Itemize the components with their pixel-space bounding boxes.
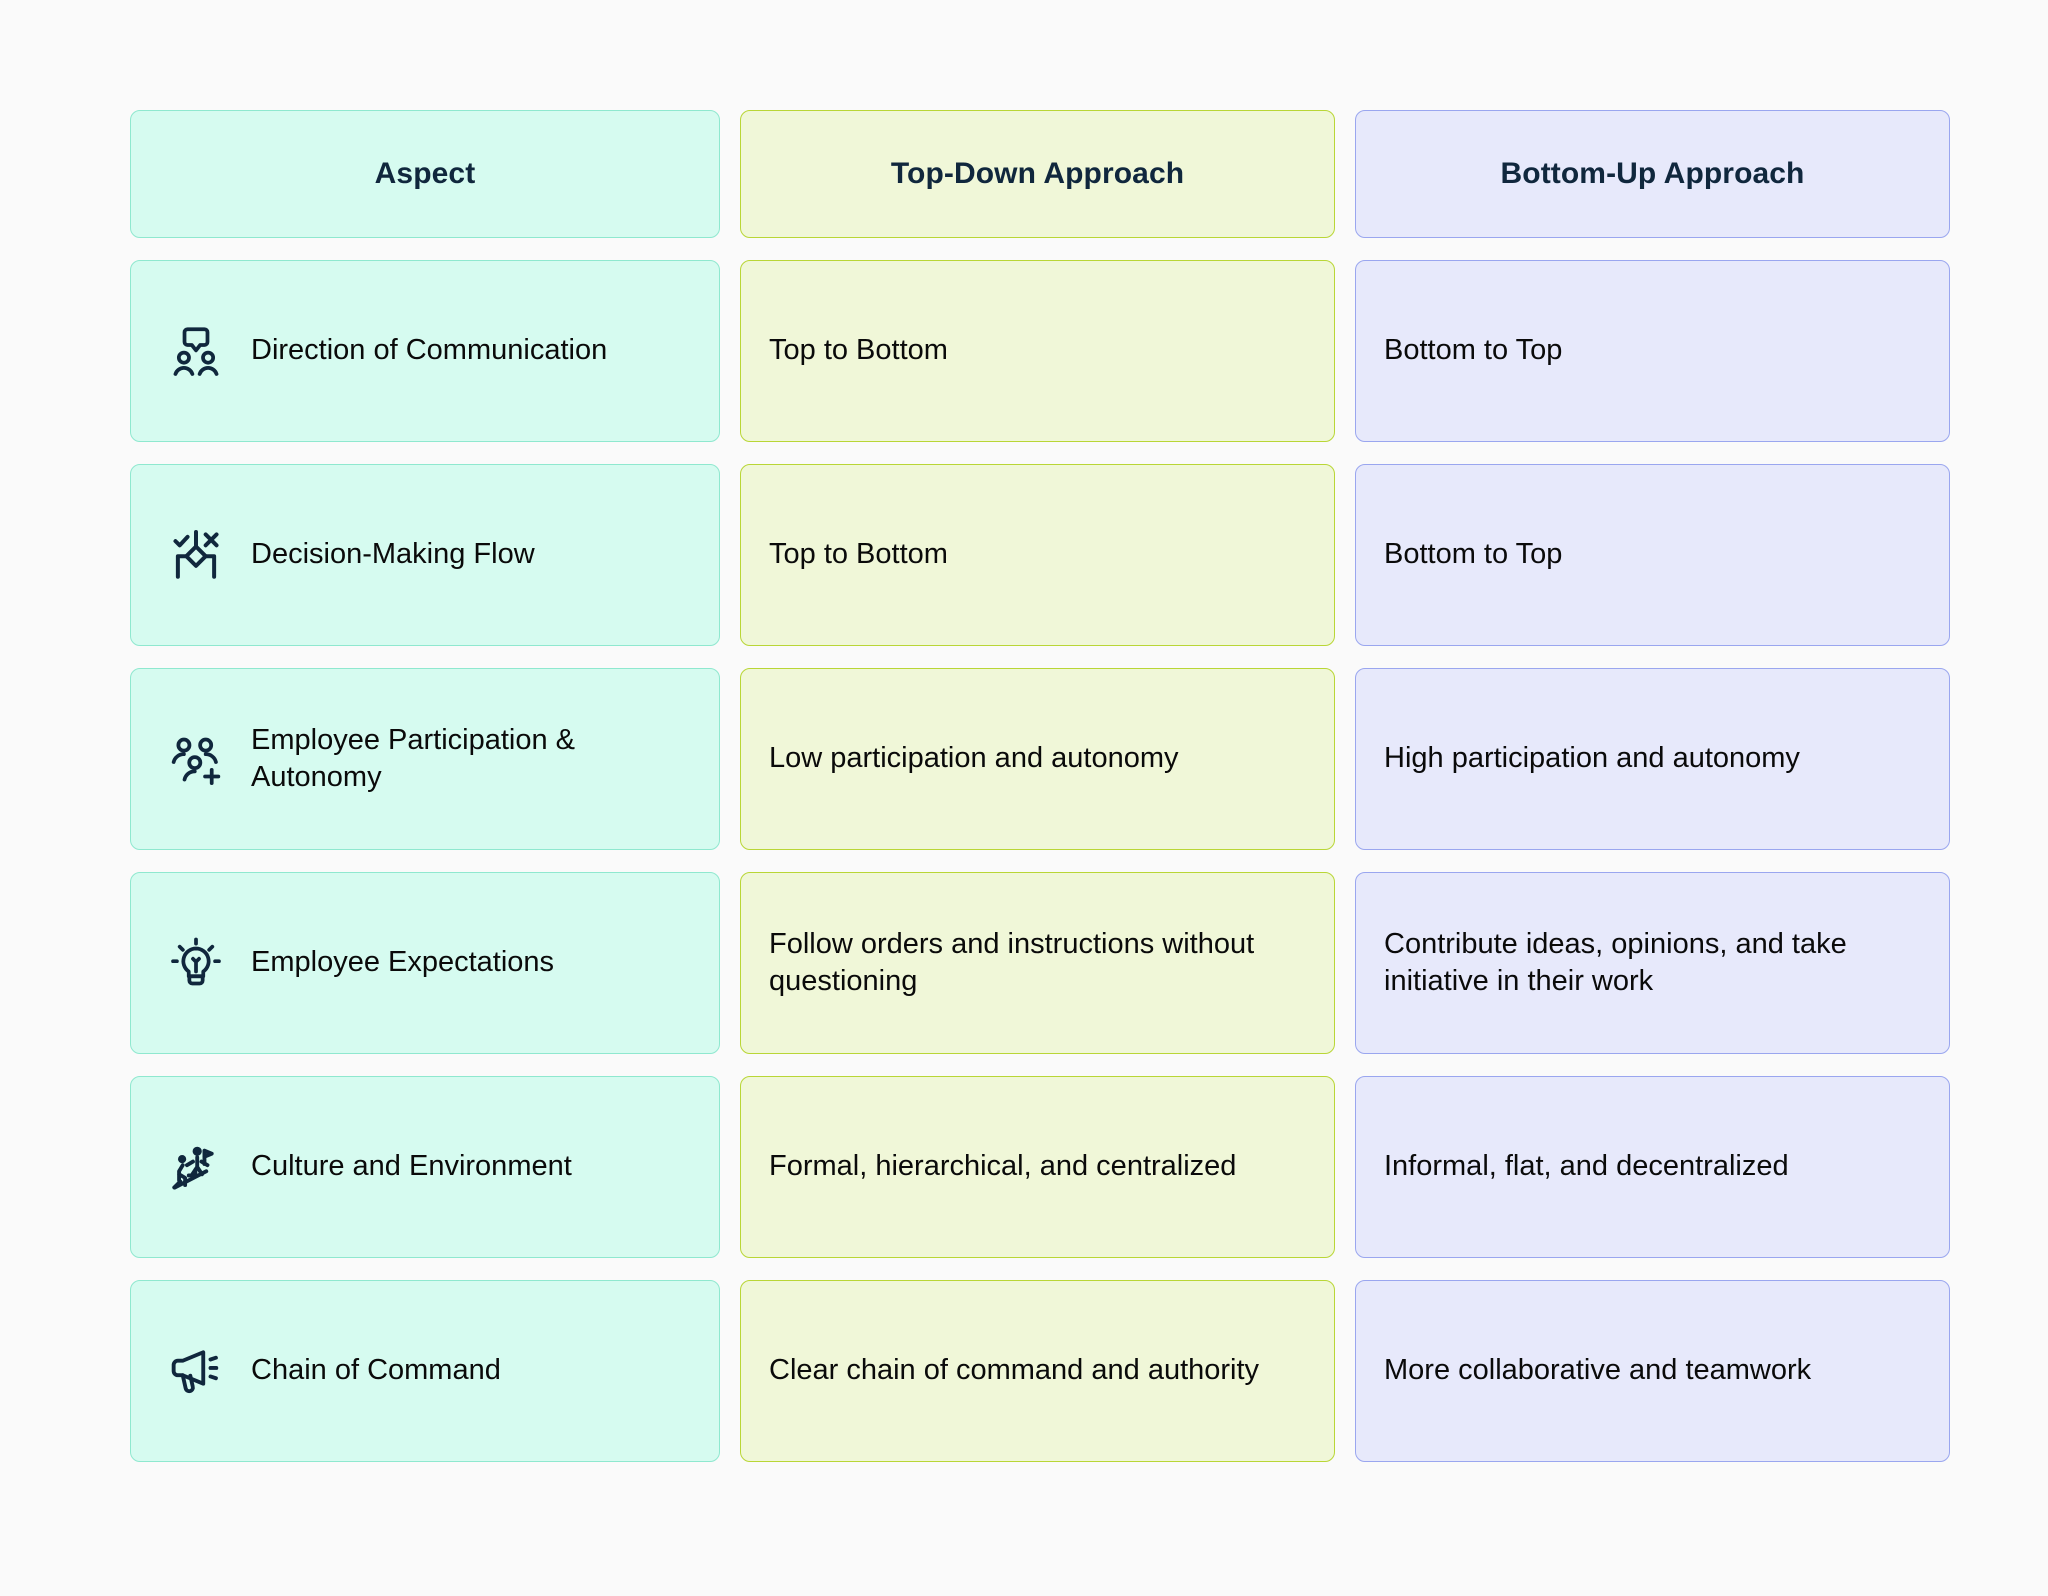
header-cell-bottom-up: Bottom-Up Approach	[1355, 110, 1950, 238]
top-down-cell: Top to Bottom	[740, 260, 1335, 442]
header-cell-top-down: Top-Down Approach	[740, 110, 1335, 238]
header-label-bottom-up: Bottom-Up Approach	[1500, 157, 1805, 190]
aspect-label: Employee Expectations	[251, 946, 555, 979]
aspect-cell: Direction of Communication	[130, 260, 720, 442]
people-climbing-stairs-flag-icon	[165, 1136, 227, 1198]
table-header-row: Aspect Top-Down Approach Bottom-Up Appro…	[130, 110, 1950, 238]
bottom-up-value: Bottom to Top	[1384, 334, 1563, 367]
aspect-label: Chain of Command	[251, 1354, 501, 1387]
top-down-value: Formal, hierarchical, and centralized	[769, 1150, 1237, 1183]
table-row: Culture and Environment Formal, hierarch…	[130, 1076, 1950, 1258]
bottom-up-value: Bottom to Top	[1384, 538, 1563, 571]
bottom-up-cell: Contribute ideas, opinions, and take ini…	[1355, 872, 1950, 1054]
bottom-up-value: More collaborative and teamwork	[1384, 1354, 1812, 1387]
aspect-label: Employee Participation & Autonomy	[251, 723, 575, 793]
top-down-cell: Follow orders and instructions without q…	[740, 872, 1335, 1054]
bottom-up-cell: More collaborative and teamwork	[1355, 1280, 1950, 1462]
aspect-cell: Culture and Environment	[130, 1076, 720, 1258]
speech-bubble-people-icon	[165, 320, 227, 382]
top-down-value: Top to Bottom	[769, 334, 948, 367]
aspect-cell: Employee Expectations	[130, 872, 720, 1054]
bottom-up-value: Informal, flat, and decentralized	[1384, 1150, 1789, 1183]
top-down-value: Clear chain of command and authority	[769, 1354, 1260, 1387]
bottom-up-cell: Bottom to Top	[1355, 260, 1950, 442]
aspect-label: Decision-Making Flow	[251, 538, 535, 571]
aspect-cell: Chain of Command	[130, 1280, 720, 1462]
decision-flow-diamond-icon	[165, 524, 227, 586]
bottom-up-cell: Bottom to Top	[1355, 464, 1950, 646]
top-down-value: Follow orders and instructions without q…	[769, 927, 1255, 997]
comparison-table: Aspect Top-Down Approach Bottom-Up Appro…	[130, 110, 1950, 1462]
header-cell-aspect: Aspect	[130, 110, 720, 238]
table-row: Decision-Making Flow Top to Bottom Botto…	[130, 464, 1950, 646]
top-down-value: Low participation and autonomy	[769, 742, 1179, 775]
bottom-up-value: High participation and autonomy	[1384, 742, 1800, 775]
header-label-aspect: Aspect	[374, 157, 476, 190]
table-row: Chain of Command Clear chain of command …	[130, 1280, 1950, 1462]
bottom-up-value: Contribute ideas, opinions, and take ini…	[1384, 927, 1847, 997]
table-row: Direction of Communication Top to Bottom…	[130, 260, 1950, 442]
table-row: Employee Participation & Autonomy Low pa…	[130, 668, 1950, 850]
table-row: Employee Expectations Follow orders and …	[130, 872, 1950, 1054]
aspect-label: Direction of Communication	[251, 334, 608, 367]
lightbulb-icon	[165, 932, 227, 994]
top-down-cell: Clear chain of command and authority	[740, 1280, 1335, 1462]
users-plus-icon	[165, 728, 227, 790]
aspect-cell: Decision-Making Flow	[130, 464, 720, 646]
header-label-top-down: Top-Down Approach	[890, 157, 1185, 190]
bottom-up-cell: Informal, flat, and decentralized	[1355, 1076, 1950, 1258]
top-down-cell: Top to Bottom	[740, 464, 1335, 646]
top-down-cell: Formal, hierarchical, and centralized	[740, 1076, 1335, 1258]
top-down-cell: Low participation and autonomy	[740, 668, 1335, 850]
top-down-value: Top to Bottom	[769, 538, 948, 571]
aspect-label: Culture and Environment	[251, 1150, 572, 1183]
megaphone-icon	[165, 1340, 227, 1402]
aspect-cell: Employee Participation & Autonomy	[130, 668, 720, 850]
bottom-up-cell: High participation and autonomy	[1355, 668, 1950, 850]
